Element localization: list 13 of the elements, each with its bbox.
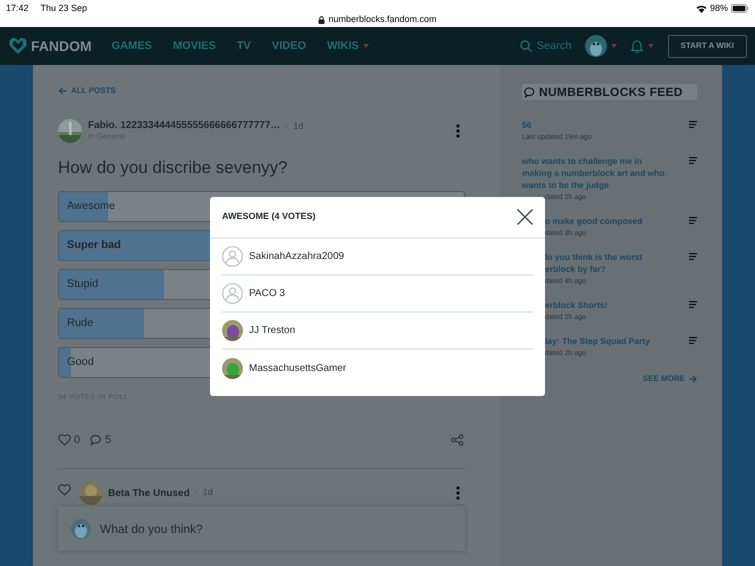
option-label: Good — [66, 355, 94, 370]
option-label: Rude — [66, 316, 94, 332]
post-title: How do you discribe sevenyy? — [58, 158, 289, 178]
separator-dot: · — [194, 486, 198, 500]
option-label: Awesome — [66, 199, 116, 214]
feed-heading: NUMBERBLOCKS FEED — [522, 84, 697, 100]
status-time: 17:42 — [6, 2, 29, 15]
option-label: Super bad — [66, 238, 121, 254]
battery-level: 98% — [710, 2, 728, 15]
separator-dot: · — [285, 120, 288, 132]
status-date: Thu 23 Sep — [40, 2, 88, 15]
option-label: Stupid — [66, 277, 98, 292]
dialog-title: AWESOME (4 VOTES) — [222, 210, 316, 224]
